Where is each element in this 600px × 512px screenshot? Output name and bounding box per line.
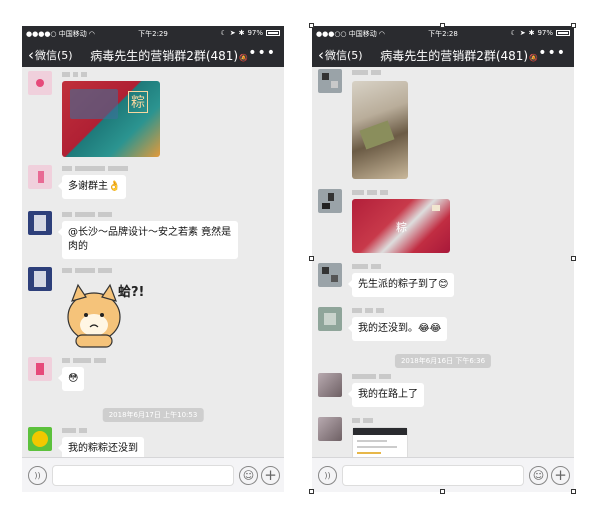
list-item: 我的粽粽还没到 [28, 427, 278, 457]
avatar[interactable] [28, 165, 52, 189]
timestamp: 2018年6月17日 上午10:53 [102, 408, 204, 422]
more-button[interactable]: ••• [248, 45, 276, 61]
battery-icon [266, 30, 280, 36]
nav-bar: ‹ 微信(5) 病毒先生的营销群2群(481)🔕 ••• [312, 41, 574, 67]
back-button[interactable]: ‹ 微信(5) [28, 47, 73, 63]
chat-screen-left: ●●●●○ 中国移动 ◠ 下午2:29 ☾ ➤ ✱ 97% ‹ 微信(5) 病毒先生的营销… [22, 26, 284, 492]
battery-percent: 97% [247, 29, 263, 37]
sender-name [352, 307, 387, 313]
avatar[interactable] [318, 69, 342, 93]
image-message[interactable] [352, 427, 408, 457]
chat-screen-right: ●●●○○ 中国移动 ◠ 下午2:28 ☾ ➤ ✱ 97% ‹ 微信(5) 病毒先生的营销… [312, 26, 574, 492]
emoji-icon[interactable]: ☺ [529, 466, 548, 485]
list-item: 多谢群主👌 [28, 165, 278, 205]
bluetooth-icon: ✱ [528, 29, 535, 37]
sender-name [62, 427, 90, 433]
message-bubble[interactable]: 我的在路上了 [348, 383, 424, 407]
bluetooth-icon: ✱ [238, 29, 245, 37]
avatar[interactable] [318, 373, 342, 397]
image-message[interactable]: 粽 [352, 199, 450, 253]
sender-name [352, 263, 384, 269]
avatar[interactable] [28, 427, 52, 451]
message-list[interactable]: 粽 多谢群主👌 @长沙～品牌设计～安之若素 竟然是肉的 蛤?! 😳 2018年6… [22, 67, 284, 457]
battery-icon [556, 30, 570, 36]
emoji-icon[interactable]: ☺ [239, 466, 258, 485]
image-message[interactable] [352, 81, 408, 179]
sender-name [62, 71, 90, 77]
moon-icon: ☾ [510, 29, 517, 37]
mute-icon: 🔕 [529, 54, 538, 62]
message-bubble[interactable]: 😳 [57, 367, 85, 391]
sender-name [352, 373, 394, 379]
battery-percent: 97% [537, 29, 553, 37]
location-icon: ➤ [519, 29, 526, 37]
chevron-left-icon: ‹ [28, 46, 34, 64]
sender-name [352, 417, 376, 423]
sticker-message[interactable]: 蛤?! [62, 277, 146, 351]
list-item: 蛤?! [28, 267, 278, 349]
message-bubble[interactable]: @长沙～品牌设计～安之若素 竟然是肉的 [58, 221, 238, 259]
message-bubble[interactable]: 我的还没到。😂😂 [347, 317, 448, 341]
avatar[interactable] [28, 211, 52, 235]
list-item: 😳 [28, 357, 278, 397]
input-bar: )) ☺ + [312, 457, 574, 492]
selection-handle[interactable] [440, 489, 445, 494]
sender-name [62, 165, 131, 171]
plus-icon[interactable]: + [261, 466, 280, 485]
list-item: 我的还没到。😂😂 [318, 307, 568, 347]
sticker-caption: 蛤?! [118, 285, 145, 300]
list-item: @长沙～品牌设计～安之若素 竟然是肉的 [28, 211, 278, 263]
back-button[interactable]: ‹ 微信(5) [318, 47, 363, 63]
list-item: 粽 [28, 71, 278, 161]
timestamp: 2018年6月16日 下午6:36 [394, 354, 492, 368]
status-bar: ●●●○○ 中国移动 ◠ 下午2:28 ☾ ➤ ✱ 97% [312, 26, 574, 41]
message-list[interactable]: 粽 先生派的粽子到了😊 我的还没到。😂😂 2018年6月16日 下午6:36 我… [312, 67, 574, 457]
message-bubble[interactable]: 多谢群主👌 [57, 175, 127, 199]
voice-icon[interactable]: )) [318, 466, 337, 485]
avatar[interactable] [318, 417, 342, 441]
list-item: 粽 [318, 189, 568, 257]
chat-title: 病毒先生的营销群2群(481)🔕 [90, 49, 248, 63]
mute-icon: 🔕 [239, 54, 248, 62]
list-item [318, 417, 568, 457]
selection-handle[interactable] [571, 256, 576, 261]
selection-handle[interactable] [440, 23, 445, 28]
selection-handle[interactable] [309, 23, 314, 28]
list-item [318, 69, 568, 185]
selection-handle[interactable] [571, 23, 576, 28]
message-bubble[interactable]: 先生派的粽子到了😊 [347, 273, 455, 297]
chevron-left-icon: ‹ [318, 46, 324, 64]
moon-icon: ☾ [220, 29, 227, 37]
plus-icon[interactable]: + [551, 466, 570, 485]
selection-handle[interactable] [309, 256, 314, 261]
avatar[interactable] [318, 263, 342, 287]
image-message[interactable]: 粽 [62, 81, 160, 157]
message-input[interactable] [342, 465, 524, 486]
avatar[interactable] [318, 189, 342, 213]
list-item: 我的在路上了 [318, 373, 568, 413]
sender-name [352, 69, 384, 75]
status-bar: ●●●●○ 中国移动 ◠ 下午2:29 ☾ ➤ ✱ 97% [22, 26, 284, 41]
selection-handle[interactable] [571, 489, 576, 494]
avatar[interactable] [28, 71, 52, 95]
message-bubble[interactable]: 我的粽粽还没到 [58, 437, 144, 457]
chat-title: 病毒先生的营销群2群(481)🔕 [380, 49, 538, 63]
sender-name [62, 267, 115, 273]
selection-handle[interactable] [309, 489, 314, 494]
sender-name [62, 357, 109, 363]
message-input[interactable] [52, 465, 234, 486]
avatar[interactable] [28, 357, 52, 381]
list-item: 先生派的粽子到了😊 [318, 263, 568, 303]
nav-bar: ‹ 微信(5) 病毒先生的营销群2群(481)🔕 ••• [22, 41, 284, 67]
location-icon: ➤ [229, 29, 236, 37]
avatar[interactable] [28, 267, 52, 291]
voice-icon[interactable]: )) [28, 466, 47, 485]
input-bar: )) ☺ + [22, 457, 284, 492]
more-button[interactable]: ••• [538, 45, 566, 61]
sender-name [352, 189, 391, 195]
avatar[interactable] [318, 307, 342, 331]
sender-name [62, 211, 115, 217]
